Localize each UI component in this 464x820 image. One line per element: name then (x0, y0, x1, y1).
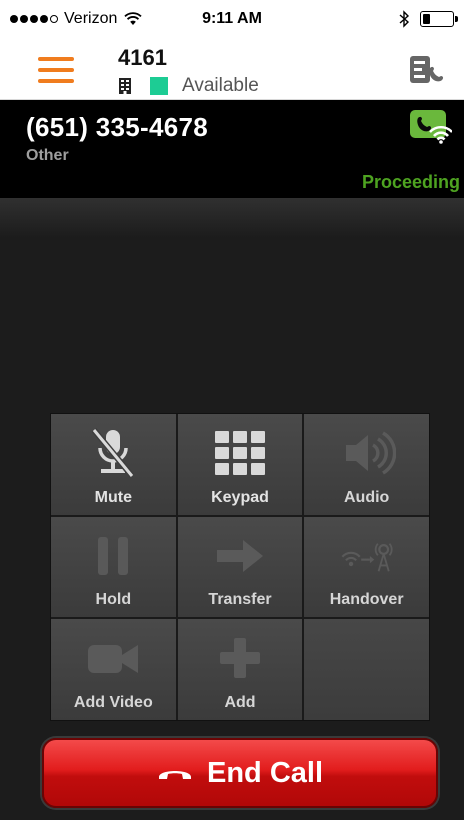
bluetooth-icon (399, 10, 410, 28)
battery-icon (420, 11, 458, 27)
contacts-call-icon[interactable] (408, 54, 444, 86)
status-bar: Verizon 9:11 AM (0, 0, 464, 40)
presence-status[interactable]: Available (118, 75, 259, 97)
audio-label: Audio (343, 488, 390, 506)
arrow-right-icon (211, 531, 269, 581)
caller-type: Other (26, 147, 69, 164)
add-video-button[interactable]: Add Video (51, 619, 176, 720)
plus-icon (211, 633, 269, 683)
hamburger-menu-icon[interactable] (38, 57, 74, 83)
muted-microphone-icon (84, 428, 142, 478)
call-status: Proceeding (361, 172, 460, 192)
keypad-button[interactable]: Keypad (177, 414, 303, 515)
handover-button[interactable]: Handover (304, 516, 429, 618)
caller-number: (651) 335-4678 (26, 112, 208, 142)
wifi-call-icon (410, 110, 452, 144)
hold-label: Hold (95, 591, 132, 609)
speaker-icon (338, 428, 396, 478)
keypad-label: Keypad (211, 488, 269, 506)
end-call-button[interactable]: End Call (42, 738, 438, 808)
building-icon (119, 78, 131, 94)
video-camera-icon (84, 633, 142, 683)
add-call-label: Add (224, 693, 256, 711)
mute-label: Mute (94, 488, 132, 506)
transfer-button[interactable]: Transfer (177, 516, 303, 618)
call-controls-grid: Mute Keypad Audio Hold Transfer Handover… (50, 413, 430, 721)
status-right (398, 10, 458, 28)
presence-indicator (150, 77, 168, 95)
audio-button[interactable]: Audio (304, 414, 429, 515)
empty-grid-cell (304, 619, 429, 720)
wifi-to-cell-tower-icon (338, 531, 396, 581)
extension-number: 4161 (118, 45, 167, 70)
status-time: 9:11 AM (202, 10, 262, 27)
app-header: 4161 Available (0, 40, 464, 100)
keypad-icon (211, 428, 269, 478)
add-call-button[interactable]: Add (177, 619, 303, 720)
battery-level (423, 14, 431, 24)
hang-up-phone-icon (158, 771, 191, 779)
presence-label: Available (182, 75, 259, 96)
add-video-label: Add Video (73, 693, 153, 711)
call-info-panel: (651) 335-4678 Other Proceeding (0, 100, 464, 198)
end-call-label: End Call (206, 756, 323, 789)
pause-icon (84, 531, 142, 581)
mute-button[interactable]: Mute (51, 414, 176, 515)
transfer-label: Transfer (208, 591, 272, 609)
hold-button[interactable]: Hold (51, 516, 176, 618)
handover-label: Handover (329, 591, 404, 609)
